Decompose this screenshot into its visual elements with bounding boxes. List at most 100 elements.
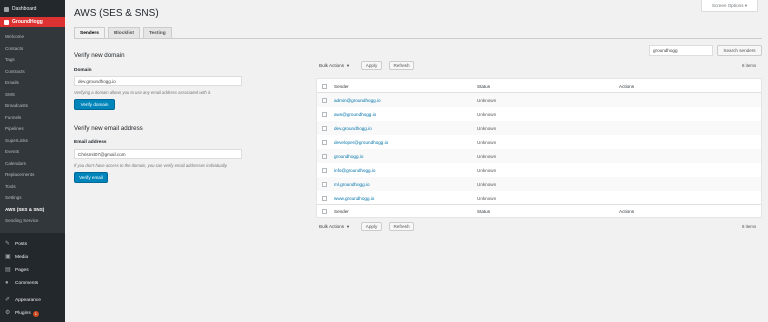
submenu-item[interactable]: Contacts <box>5 46 23 51</box>
table-row: ml.groundhogg.io Unknown <box>317 177 761 191</box>
column-header-status[interactable]: Status <box>477 84 490 89</box>
apply-button-bottom[interactable]: Apply <box>361 222 382 231</box>
row-checkbox[interactable] <box>322 111 327 117</box>
groundhogg-icon <box>4 19 9 25</box>
sender-link[interactable]: developer@groundhogg.io <box>334 140 388 145</box>
dashboard-icon <box>4 6 9 12</box>
domain-label: Domain <box>74 68 92 73</box>
menu-label: Appearance <box>15 298 41 303</box>
menu-groundhogg-label: GroundHogg <box>12 19 43 25</box>
submenu-item[interactable]: Funnels <box>5 115 21 120</box>
apply-button-top[interactable]: Apply <box>361 61 382 70</box>
status-text: Unknown <box>477 125 497 131</box>
search-senders-button[interactable]: Search senders <box>717 45 762 56</box>
column-footer-sender[interactable]: Sender <box>334 209 349 214</box>
row-checkbox[interactable] <box>322 181 327 187</box>
select-all-checkbox[interactable] <box>322 83 327 89</box>
submenu-item[interactable]: SMS <box>5 92 15 97</box>
menu-plugins[interactable]: ⚙ Plugins 1 <box>0 309 65 318</box>
menu-comments[interactable]: ● Comments <box>0 279 65 288</box>
table-row: admin@groundhogg.io Unknown <box>317 93 761 107</box>
column-header-sender[interactable]: Sender <box>334 84 349 89</box>
refresh-button-bottom[interactable]: Refresh <box>389 222 414 231</box>
menu-groundhogg[interactable]: GroundHogg <box>0 17 65 27</box>
domain-input[interactable]: dev.groundhogg.io <box>74 76 242 86</box>
sender-link[interactable]: ml.groundhogg.io <box>334 182 370 187</box>
verify-domain-button[interactable]: Verify domain <box>74 99 115 110</box>
sender-link[interactable]: www.groundhogg.io <box>334 196 374 201</box>
pin-icon: ✎ <box>5 241 11 247</box>
menu-appearance[interactable]: ✐ Appearance <box>0 296 65 305</box>
table-row: aws@groundhogg.io Unknown <box>317 107 761 121</box>
column-header-actions: Actions <box>619 83 635 89</box>
submenu-item[interactable]: SuperLinks <box>5 138 28 143</box>
items-count-top: 8 items <box>742 63 757 68</box>
menu-media[interactable]: ▣ Media <box>0 253 65 262</box>
row-checkbox[interactable] <box>322 195 327 201</box>
menu-dashboard[interactable]: Dashboard <box>0 4 65 14</box>
submenu-item[interactable]: Welcome <box>5 34 24 39</box>
submenu-item[interactable]: Events <box>5 149 19 154</box>
submenu-item[interactable]: Pipelines <box>5 126 24 131</box>
status-text: Unknown <box>477 139 497 145</box>
bulk-actions-select-bottom[interactable]: Bulk Actions ▼ <box>319 222 357 231</box>
screen-options-button[interactable]: Screen Options ▾ <box>701 0 758 12</box>
row-checkbox[interactable] <box>322 167 327 173</box>
bulk-actions-label-bottom: Bulk Actions <box>319 224 345 229</box>
sender-link[interactable]: dev.groundhogg.io <box>334 126 372 131</box>
sender-link[interactable]: aws@groundhogg.io <box>334 112 376 117</box>
brush-icon: ✐ <box>5 297 11 303</box>
sender-link[interactable]: groundhogg.io <box>334 154 363 159</box>
submenu-item[interactable]: Tools <box>5 184 16 189</box>
menu-posts[interactable]: ✎ Posts <box>0 240 65 249</box>
submenu-item[interactable]: Settings <box>5 195 22 200</box>
column-footer-actions: Actions <box>619 208 635 214</box>
column-footer-status[interactable]: Status <box>477 209 490 214</box>
status-text: Unknown <box>477 167 497 173</box>
row-checkbox[interactable] <box>322 97 327 103</box>
chevron-down-icon: ▼ <box>346 224 350 229</box>
sender-link[interactable]: admin@groundhogg.io <box>334 98 381 103</box>
row-checkbox[interactable] <box>322 125 327 131</box>
tab-divider <box>74 38 762 39</box>
menu-label: Pages <box>15 268 29 273</box>
pages-icon: ▤ <box>5 267 11 273</box>
menu-label: Plugins <box>15 311 31 316</box>
status-text: Unknown <box>477 195 497 201</box>
menu-label: Comments <box>15 281 39 286</box>
table-row: info@groundhogg.io Unknown <box>317 163 761 177</box>
search-senders-input[interactable]: groundhogg <box>649 45 713 56</box>
comments-icon: ● <box>5 280 9 286</box>
status-text: Unknown <box>477 111 497 117</box>
row-checkbox[interactable] <box>322 139 327 145</box>
chevron-down-icon: ▼ <box>346 63 350 68</box>
bulk-actions-select-top[interactable]: Bulk Actions ▼ <box>319 61 357 70</box>
table-row: developer@groundhogg.io Unknown <box>317 135 761 149</box>
email-label: Email address <box>74 140 107 145</box>
submenu-item[interactable]: Contracts <box>5 69 25 74</box>
submenu-item[interactable]: AWS (SES & SNS) <box>5 207 44 212</box>
menu-label: Media <box>15 255 29 260</box>
menu-label: Posts <box>15 242 27 247</box>
row-checkbox[interactable] <box>322 153 327 159</box>
senders-table: Sender Status Actions admin@groundhogg.i… <box>316 78 762 218</box>
domain-description: Verifying a domain allows you to use any… <box>74 90 212 95</box>
verify-email-heading: Verify new email address <box>74 125 143 132</box>
email-input[interactable]: Chrismit07@gmail.com <box>74 149 242 159</box>
table-row: www.groundhogg.io Unknown <box>317 191 761 205</box>
submenu-item[interactable]: Sending Service <box>5 218 38 223</box>
submenu-item[interactable]: Calendars <box>5 161 26 166</box>
refresh-button-top[interactable]: Refresh <box>389 61 414 70</box>
verify-domain-heading: Verify new domain <box>74 52 125 59</box>
submenu-item[interactable]: Tags <box>5 57 15 62</box>
table-footer-row: Sender Status Actions <box>317 204 761 218</box>
plugins-icon: ⚙ <box>5 310 11 316</box>
submenu-item[interactable]: Emails <box>5 80 19 85</box>
submenu-item[interactable]: Replacements <box>5 172 34 177</box>
update-count-badge: 1 <box>32 310 39 317</box>
menu-pages[interactable]: ▤ Pages <box>0 266 65 275</box>
verify-email-button[interactable]: Verify email <box>74 172 108 183</box>
sender-link[interactable]: info@groundhogg.io <box>334 168 375 173</box>
submenu-item[interactable]: Broadcasts <box>5 103 28 108</box>
select-all-checkbox-footer[interactable] <box>322 208 327 214</box>
